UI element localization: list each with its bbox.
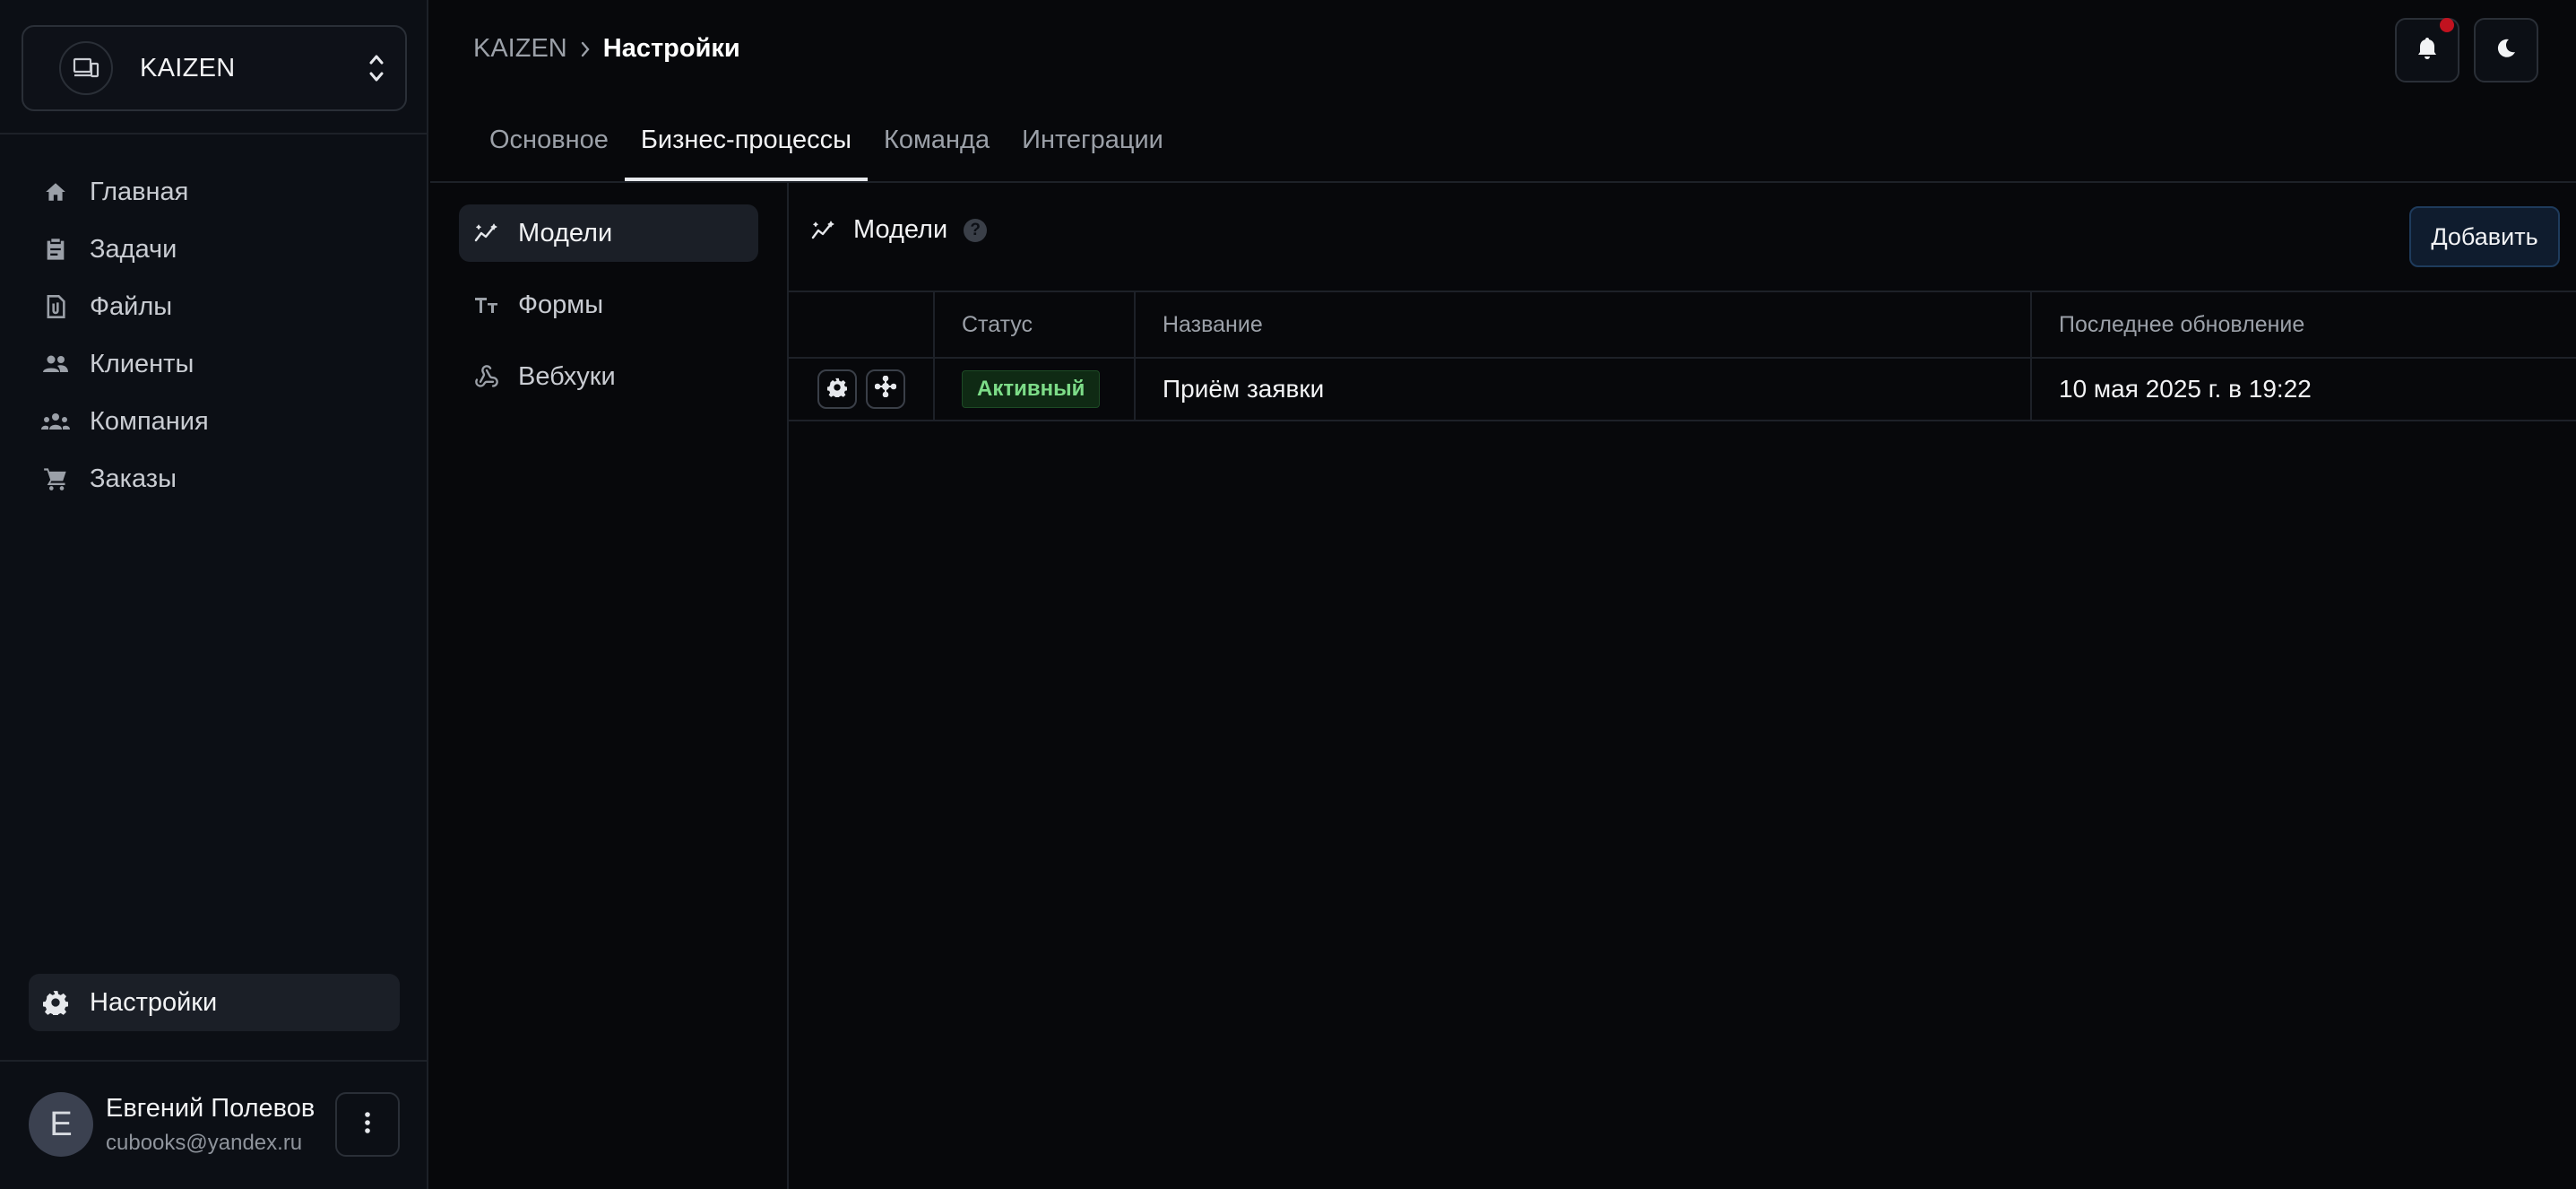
- model-icon: [810, 217, 837, 244]
- more-vertical-icon: [364, 1111, 371, 1139]
- subnav: Модели Формы Вебхуки: [459, 204, 758, 420]
- section-header: Модели ?: [810, 215, 988, 245]
- row-status: Активный: [934, 357, 1136, 421]
- workspace-name: KAIZEN: [140, 53, 236, 82]
- user-name: Евгений Полевов: [106, 1093, 316, 1123]
- subnav-item-forms[interactable]: Формы: [459, 276, 758, 334]
- clipboard-icon: [41, 235, 70, 264]
- sidebar-item-tasks[interactable]: Задачи: [29, 221, 400, 278]
- divider: [0, 133, 427, 135]
- sidebar-item-label: Файлы: [90, 291, 173, 321]
- row-name[interactable]: Приём заявки: [1135, 357, 2032, 421]
- user-email: cubooks@yandex.ru: [106, 1130, 303, 1155]
- model-icon: [473, 220, 500, 247]
- sidebar-item-label: Заказы: [90, 464, 177, 493]
- page-title: Настройки: [602, 34, 740, 63]
- people-icon: [41, 350, 70, 378]
- breadcrumb-root[interactable]: KAIZEN: [473, 34, 567, 64]
- row-workflow-button[interactable]: [866, 369, 905, 409]
- sidebar-item-label: Компания: [90, 406, 209, 436]
- user-menu-button[interactable]: [335, 1092, 400, 1157]
- user-panel: Е Евгений Полевов cubooks@yandex.ru: [29, 1092, 400, 1157]
- home-icon: [41, 178, 70, 206]
- moon-icon: [2495, 38, 2517, 64]
- sidebar-item-clients[interactable]: Клиенты: [29, 335, 400, 393]
- workflow-icon: [874, 375, 897, 404]
- models-table: Статус Название Последнее обновление Акт…: [789, 291, 2576, 421]
- subnav-item-models[interactable]: Модели: [459, 204, 758, 262]
- cart-icon: [41, 464, 70, 493]
- tab-team[interactable]: Команда: [868, 117, 1006, 181]
- avatar[interactable]: Е: [29, 1092, 93, 1157]
- table-row[interactable]: Активный Приём заявки 10 мая 2025 г. в 1…: [789, 357, 2576, 421]
- subnav-item-label: Вебхуки: [518, 361, 616, 391]
- workspace-switcher[interactable]: KAIZEN: [22, 25, 407, 111]
- sidebar: KAIZEN Главная Задачи Файлы Клиенты Комп…: [0, 0, 428, 1189]
- row-settings-button[interactable]: [817, 369, 857, 409]
- sidebar-item-label: Настройки: [90, 987, 218, 1017]
- gear-icon: [41, 988, 70, 1017]
- table-header-row: Статус Название Последнее обновление: [789, 291, 2576, 359]
- notifications-button[interactable]: [2395, 18, 2459, 82]
- sidebar-item-label: Клиенты: [90, 349, 194, 378]
- tab-general[interactable]: Основное: [473, 117, 625, 181]
- gear-icon: [826, 375, 848, 404]
- sidebar-item-home[interactable]: Главная: [29, 163, 400, 221]
- sidebar-item-files[interactable]: Файлы: [29, 278, 400, 335]
- tab-integrations[interactable]: Интеграции: [1006, 117, 1180, 181]
- sidebar-item-settings[interactable]: Настройки: [29, 974, 400, 1031]
- main-nav: Главная Задачи Файлы Клиенты Компания За…: [29, 163, 400, 508]
- devices-icon: [59, 41, 113, 95]
- row-updated: 10 мая 2025 г. в 19:22: [2031, 357, 2576, 421]
- theme-toggle-button[interactable]: [2474, 18, 2538, 82]
- subnav-item-label: Формы: [518, 290, 604, 319]
- status-badge: Активный: [962, 370, 1101, 408]
- chevron-updown-icon: [366, 48, 387, 88]
- sidebar-item-label: Задачи: [90, 234, 177, 264]
- webhook-icon: [473, 363, 500, 390]
- file-icon: [41, 292, 70, 321]
- divider: [0, 1060, 427, 1062]
- tab-business-processes[interactable]: Бизнес-процессы: [624, 117, 868, 181]
- subnav-item-webhooks[interactable]: Вебхуки: [459, 348, 758, 405]
- sidebar-item-orders[interactable]: Заказы: [29, 450, 400, 508]
- section-title: Модели: [853, 215, 948, 244]
- column-header-actions: [789, 291, 935, 359]
- sidebar-item-label: Главная: [90, 177, 189, 206]
- notification-dot: [2440, 18, 2454, 32]
- add-button[interactable]: Добавить: [2409, 206, 2560, 267]
- chevron-right-icon: [580, 40, 591, 58]
- text-icon: [473, 291, 500, 318]
- bell-icon: [2417, 37, 2437, 65]
- settings-tabs: Основное Бизнес-процессы Команда Интегра…: [473, 117, 1180, 181]
- column-header-name[interactable]: Название: [1135, 291, 2032, 359]
- subnav-item-label: Модели: [518, 218, 613, 247]
- row-actions: [789, 357, 935, 421]
- breadcrumb: KAIZEN Настройки: [473, 34, 740, 64]
- groups-icon: [41, 407, 70, 436]
- help-icon[interactable]: ?: [964, 218, 988, 242]
- sidebar-item-company[interactable]: Компания: [29, 393, 400, 450]
- column-header-status[interactable]: Статус: [934, 291, 1136, 359]
- column-header-updated[interactable]: Последнее обновление: [2031, 291, 2576, 359]
- divider: [430, 181, 2576, 183]
